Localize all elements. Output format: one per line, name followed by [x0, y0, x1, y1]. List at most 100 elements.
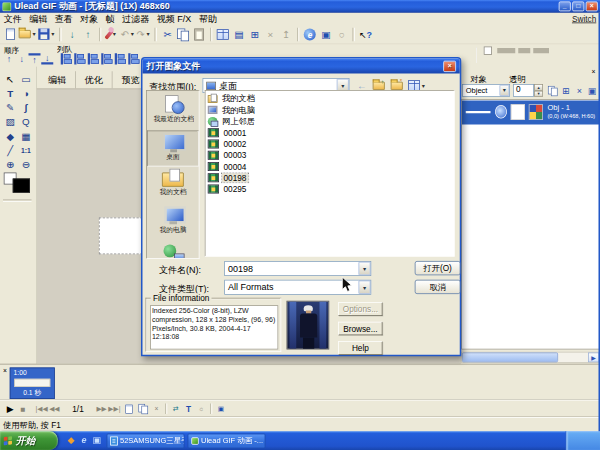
move-top-icon[interactable]: ↑	[29, 53, 41, 64]
quicklaunch-icon-1[interactable]: ◆	[66, 435, 77, 446]
menu-file[interactable]: 文件	[4, 12, 22, 25]
onion-skin-checkbox[interactable]	[484, 47, 492, 55]
background-color-swatch[interactable]	[13, 179, 30, 193]
file-item-00004[interactable]: 00004	[208, 161, 454, 172]
save-button[interactable]: ▼	[38, 27, 55, 42]
delete-frame-icon[interactable]: ×	[150, 405, 163, 413]
visibility-icon[interactable]	[495, 105, 507, 119]
magic-wand-tool[interactable]: Q	[18, 115, 34, 129]
first-frame-icon[interactable]: |◀◀	[35, 405, 48, 413]
frame-1[interactable]: 1:00 0.1 秒	[10, 368, 55, 400]
add-video-button[interactable]: ↑	[81, 27, 95, 42]
eraser-tool[interactable]: ▨	[2, 115, 18, 129]
align-right-icon[interactable]	[88, 53, 99, 64]
object-properties-icon[interactable]: ▣	[586, 84, 599, 97]
transparency-spinner[interactable]: 0 ▲▼	[513, 84, 543, 97]
tab-optimize[interactable]: 优化	[76, 71, 113, 88]
align-bottom-icon[interactable]	[128, 53, 139, 64]
text-frame-icon[interactable]: T	[182, 404, 195, 413]
file-name-combo[interactable]: 00198 ▼	[224, 261, 371, 276]
object-row[interactable]: Obj - 1 (0,0) (W:468, H:60)	[462, 101, 599, 125]
open-button[interactable]: ▼	[19, 27, 37, 42]
fill-tool[interactable]: ◆	[2, 129, 18, 143]
file-item-my-documents[interactable]: 我的文档	[208, 93, 454, 104]
actual-size-tool[interactable]: 1:1	[18, 143, 34, 157]
menu-object[interactable]: 对象	[80, 12, 98, 25]
quicklaunch-icon-3[interactable]: ▣	[92, 435, 103, 446]
panel-close-icon[interactable]: ×	[592, 68, 596, 76]
menu-frame[interactable]: 帧	[106, 12, 115, 25]
grid-tool[interactable]: ▦	[18, 129, 34, 143]
lasso-tool[interactable]: ʃ	[18, 101, 34, 115]
tab-edit[interactable]: 编辑	[39, 71, 76, 88]
place-my-documents[interactable]: 我的文档	[147, 168, 199, 204]
new-object-icon[interactable]	[546, 84, 559, 97]
paste-button[interactable]	[192, 27, 206, 42]
duplicate-button[interactable]: ⊞	[247, 27, 261, 42]
quicklaunch-icon-2[interactable]: e	[79, 435, 90, 446]
frame-panel-close-icon[interactable]: ×	[3, 367, 7, 375]
refresh-button[interactable]: ○	[334, 27, 348, 42]
eyedropper-tool[interactable]: ╱	[2, 143, 18, 157]
place-my-computer[interactable]: 我的电脑	[147, 206, 199, 242]
duplicate-frame-icon[interactable]	[137, 403, 150, 415]
color-wand-button[interactable]: ▼	[105, 27, 119, 42]
brush-tool[interactable]: ✎	[2, 101, 18, 115]
grid-button[interactable]	[216, 27, 230, 42]
move-up-icon[interactable]: ↑	[3, 53, 15, 64]
text-tool[interactable]: T	[2, 86, 18, 100]
copy-button[interactable]	[176, 27, 190, 42]
dialog-close-button[interactable]: ×	[443, 60, 456, 71]
add-frame-icon[interactable]	[125, 403, 138, 414]
move-down-icon[interactable]: ↓	[16, 53, 28, 64]
context-help-button[interactable]: ↖?	[358, 27, 372, 42]
object-selector[interactable]: Object▼	[462, 84, 510, 97]
preview-browser-button[interactable]: ▣	[319, 27, 333, 42]
language-switch[interactable]: Switch	[572, 14, 596, 23]
place-network[interactable]: 网上邻居	[147, 243, 199, 259]
delete-button[interactable]: ×	[263, 27, 277, 42]
zoom-in-tool[interactable]: ⊕	[2, 158, 18, 172]
restore-button[interactable]: □	[572, 2, 584, 12]
last-frame-icon[interactable]: ▶▶|	[108, 405, 121, 413]
marquee-tool[interactable]: ▭	[18, 72, 34, 86]
place-recent[interactable]: 我最近的文档	[147, 95, 199, 131]
prev-frame-icon[interactable]: ◀◀	[48, 405, 61, 413]
effect-icon[interactable]: ☼	[195, 405, 208, 413]
taskbar-task-1[interactable]: ≡ 52SAMSUNG三星手...	[107, 434, 185, 449]
place-desktop[interactable]: 桌面	[147, 131, 199, 167]
taskbar-task-2[interactable]: Ulead GIF 动画 -...	[188, 434, 266, 449]
zoom-out-tool[interactable]: ⊖	[18, 158, 34, 172]
align-left-icon[interactable]	[61, 53, 72, 64]
close-button[interactable]: ×	[586, 2, 598, 12]
redo-button[interactable]: ↷▼	[136, 27, 150, 42]
menu-videofx[interactable]: 视频 F/X	[157, 12, 192, 25]
file-item-network[interactable]: 网上邻居	[208, 116, 454, 127]
pick-tool[interactable]: ↖	[2, 72, 18, 86]
play-icon[interactable]: ▶	[4, 404, 17, 415]
browse-button[interactable]: Browse...	[338, 322, 382, 336]
align-top-icon[interactable]	[101, 53, 112, 64]
file-item-00003[interactable]: 00003	[208, 149, 454, 160]
duplicate-object-icon[interactable]: ⊞	[560, 84, 573, 97]
stop-icon[interactable]: ■	[17, 404, 30, 413]
panel-mode-icon[interactable]: ▣	[215, 405, 228, 413]
scrollbar-thumb[interactable]	[462, 353, 558, 363]
move-bottom-icon[interactable]: ↓	[41, 53, 53, 64]
file-item-00001[interactable]: 00001	[208, 127, 454, 138]
align-center-icon[interactable]	[74, 53, 85, 64]
canvas-selection[interactable]	[99, 218, 146, 255]
help-button[interactable]: Help	[338, 341, 382, 355]
start-button[interactable]: 开始	[0, 431, 58, 450]
swap-frame-icon[interactable]: ⇄	[170, 405, 183, 413]
frame-panel-button[interactable]: ▤	[232, 27, 246, 42]
ellipse-tool[interactable]: ◑	[18, 86, 34, 100]
file-item-00295[interactable]: 00295	[208, 183, 454, 194]
align-middle-icon[interactable]	[115, 53, 126, 64]
file-item-00002[interactable]: 00002	[208, 138, 454, 149]
menu-help[interactable]: 帮助	[199, 12, 217, 25]
add-image-button[interactable]: ↓	[65, 27, 79, 42]
menu-edit[interactable]: 编辑	[29, 12, 47, 25]
undo-button[interactable]: ↶▼	[121, 27, 135, 42]
menu-view[interactable]: 查看	[55, 12, 73, 25]
